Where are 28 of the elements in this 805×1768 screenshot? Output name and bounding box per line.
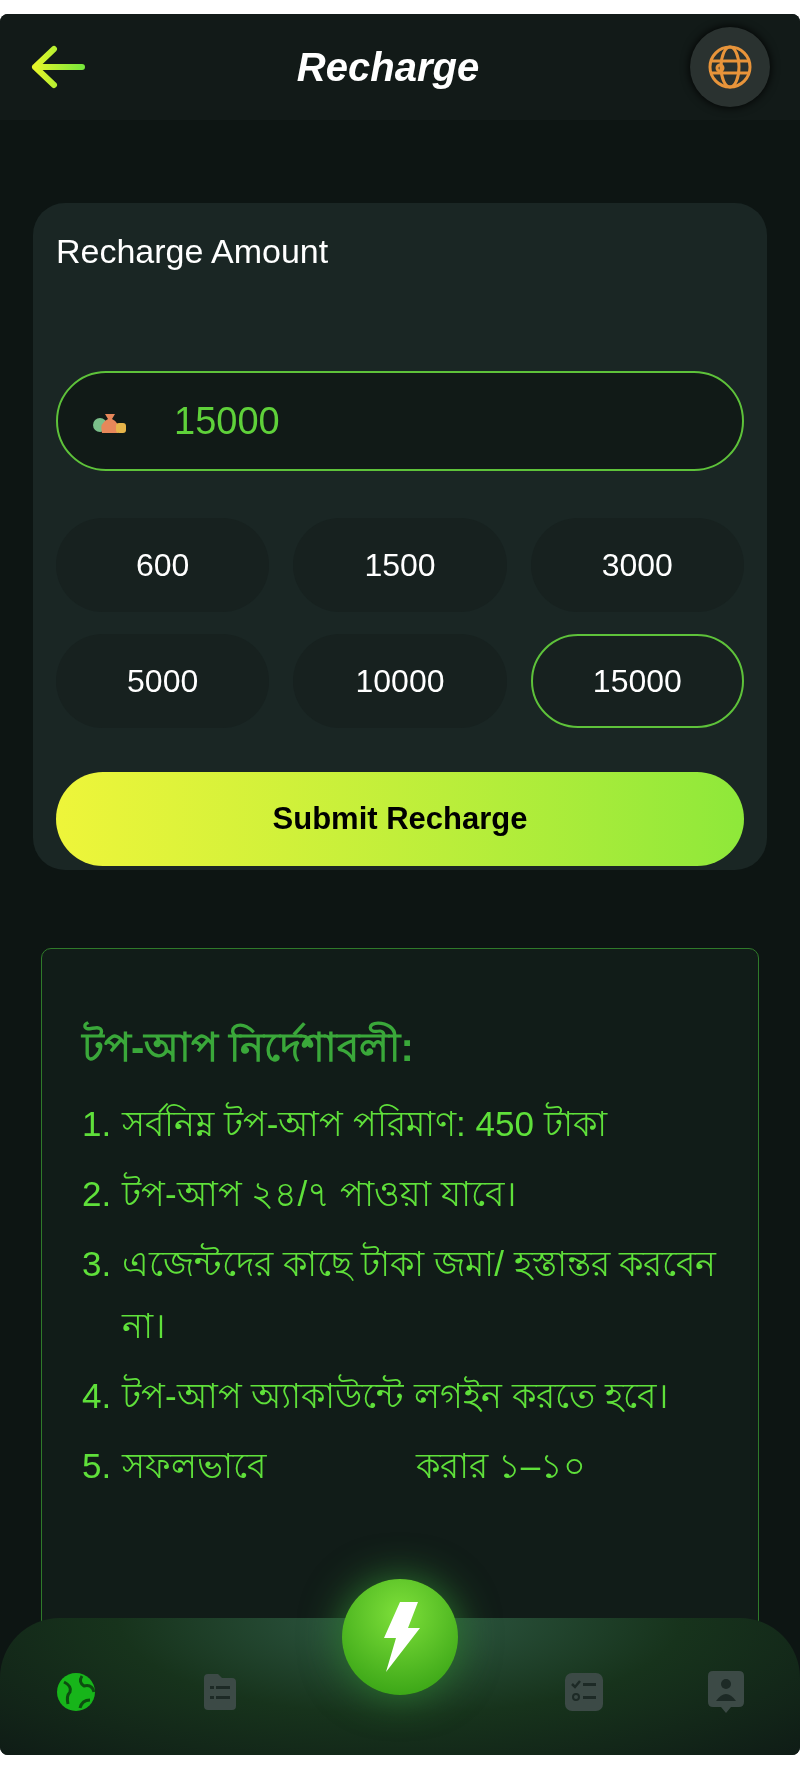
amount-input[interactable]: 15000 [174,392,574,450]
instruction-text: টপ-আপ ২৪/৭ পাওয়া যাবে। [122,1171,517,1215]
instructions-title: টপ-আপ নির্দেশাবলী: [82,1021,718,1073]
amount-option[interactable]: 600 [56,518,270,612]
back-arrow-icon [30,45,86,89]
item-number: 5. [82,1445,113,1487]
item-number: 4. [82,1375,113,1417]
amount-field[interactable]: 15000 [56,371,744,471]
globe-icon [707,44,753,90]
card-title: Recharge Amount [56,231,330,272]
amount-option[interactable]: 1500 [293,518,507,612]
instruction-text: করার ১–১০ [416,1445,587,1487]
item-number: 2. [82,1173,113,1215]
instruction-text: এজেন্টদের কাছে টাকা জমা/ হস্তান্তর করবেন না। [122,1241,718,1347]
item-number: 3. [82,1243,113,1285]
back-button[interactable] [30,45,86,89]
instruction-text: সর্বনিম্ন টপ-আপ পরিমাণ: 450 টাকা [122,1101,607,1145]
amount-option[interactable]: 10000 [293,634,507,728]
instruction-text: সফলভাবে [122,1445,266,1487]
instruction-text: টপ-আপ অ্যাকাউন্টে লগইন করতে হবে। [122,1373,669,1417]
submit-button[interactable]: Submit Recharge [56,772,744,866]
amount-option[interactable]: 3000 [530,518,744,612]
language-button[interactable] [690,27,770,107]
amount-option[interactable]: 5000 [56,634,270,728]
checklist-icon[interactable] [564,1672,603,1711]
amount-option[interactable]: 15000 [530,634,744,728]
item-number: 1. [82,1103,113,1145]
page-title: Recharge [296,44,480,91]
